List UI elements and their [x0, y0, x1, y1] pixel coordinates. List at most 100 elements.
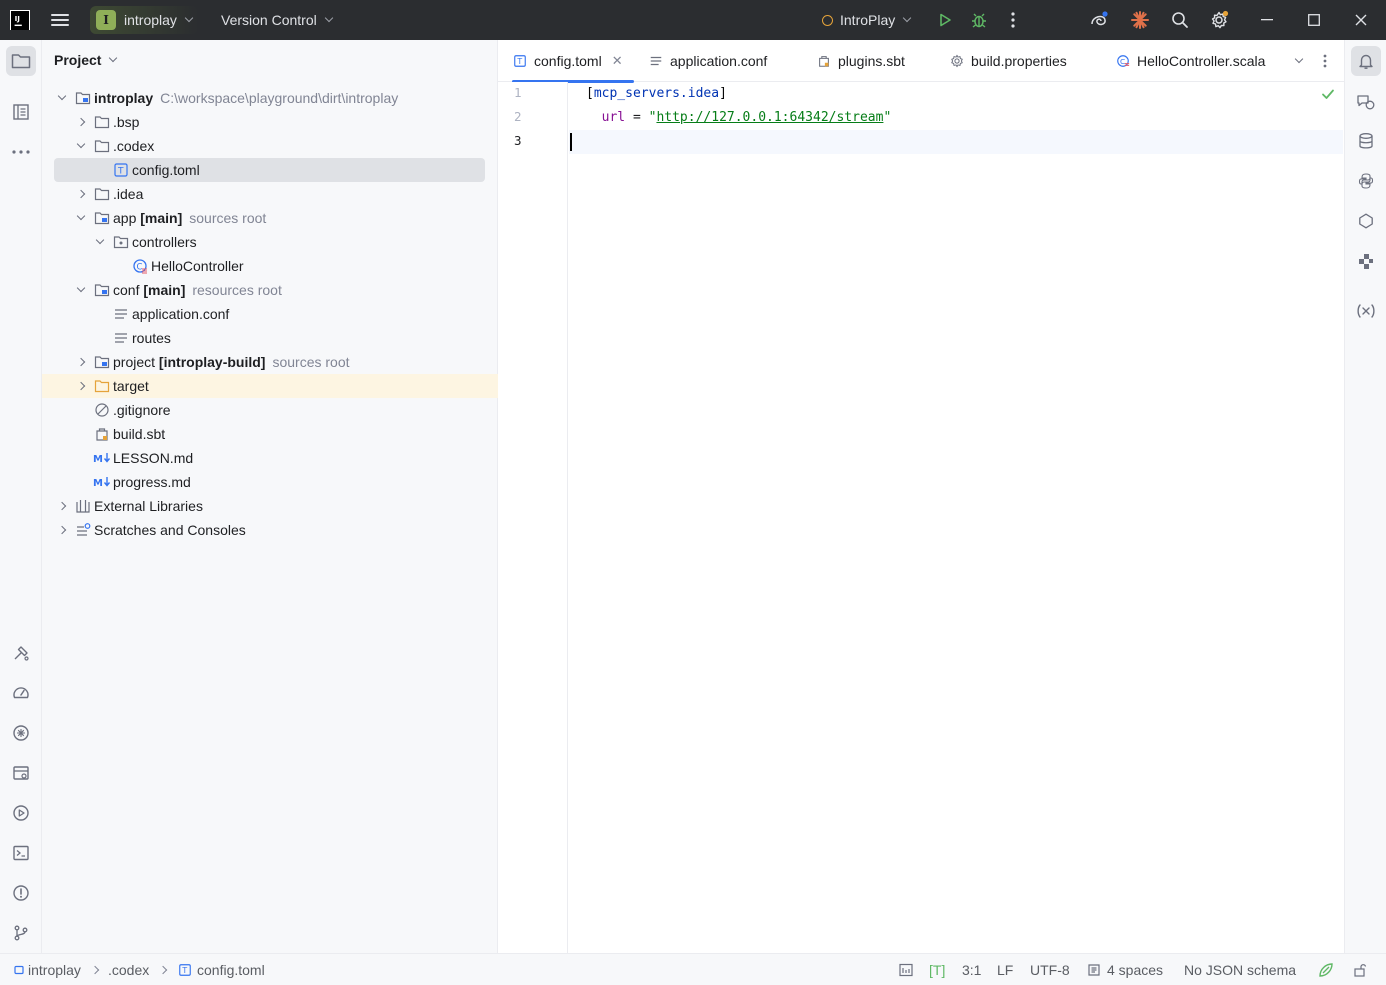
editor-tab-bar: T config.toml ✕ application.conf plugins… — [498, 40, 1344, 83]
more-actions-icon[interactable] — [1001, 8, 1025, 32]
database-icon[interactable] — [1351, 126, 1381, 156]
search-icon[interactable] — [1168, 8, 1192, 32]
breadcrumb-label: introplay — [28, 961, 81, 978]
line-number: 1 — [514, 85, 522, 100]
expand-arrow-icon[interactable] — [74, 283, 88, 297]
more-tool-windows-icon[interactable] — [6, 137, 36, 167]
close-tab-icon[interactable]: ✕ — [612, 53, 623, 69]
tree-item-gitignore[interactable]: .gitignore — [42, 398, 498, 422]
structure-tool-window-icon[interactable] — [6, 97, 36, 127]
maximize-window-button[interactable] — [1291, 0, 1337, 40]
file-encoding[interactable]: UTF-8 — [1030, 954, 1070, 985]
tab-more-actions-icon[interactable] — [1316, 40, 1334, 82]
version-control-menu[interactable]: Version Control — [214, 6, 339, 34]
services-icon[interactable] — [6, 758, 36, 788]
json-schema-selector[interactable]: No JSON schema — [1184, 954, 1296, 985]
ai-assistant-icon[interactable] — [1087, 8, 1111, 32]
close-window-button[interactable] — [1338, 0, 1384, 40]
python-console-icon[interactable] — [1351, 166, 1381, 196]
tree-item-lesson-md[interactable]: M LESSON.md — [42, 446, 498, 470]
toml-url-link[interactable]: http://127.0.0.1:64342/stream — [656, 110, 883, 125]
tree-item-app[interactable]: app [main] sources root — [42, 206, 498, 230]
expand-arrow-icon[interactable] — [74, 355, 88, 369]
project-switcher[interactable]: I introplay — [90, 6, 198, 34]
tree-item-codex[interactable]: .codex — [42, 134, 498, 158]
expand-arrow-icon[interactable] — [55, 523, 69, 537]
toml-key: url — [601, 110, 626, 125]
tree-item-label: .codex — [113, 138, 155, 154]
indent-setting[interactable]: 4 spaces — [1087, 954, 1163, 985]
tree-item-scratches[interactable]: Scratches and Consoles — [42, 518, 498, 542]
expand-arrow-icon[interactable] — [74, 187, 88, 201]
tree-item-application-conf[interactable]: application.conf — [42, 302, 498, 326]
tree-item-external-libraries[interactable]: External Libraries — [42, 494, 498, 518]
expand-arrow-icon[interactable] — [74, 115, 88, 129]
tab-build-properties[interactable]: build.properties — [949, 40, 1067, 82]
notifications-bell-icon[interactable] — [1351, 46, 1381, 76]
breadcrumb-config-toml[interactable]: T config.toml — [178, 954, 265, 985]
tab-list-dropdown-icon[interactable] — [1290, 40, 1308, 82]
scala-class-icon: C — [132, 258, 148, 274]
circle-plugin-icon[interactable] — [1351, 206, 1381, 236]
project-view-selector[interactable]: Project — [54, 52, 118, 68]
file-type-indicator[interactable]: [T] — [929, 954, 945, 985]
git-branch-icon[interactable] — [6, 918, 36, 948]
tree-item-config-toml[interactable]: T config.toml — [54, 158, 485, 182]
status-bar: introplay .codex T config.toml [T] 3:1 L… — [0, 953, 1386, 985]
variables-icon[interactable] — [1351, 296, 1381, 326]
line-separator[interactable]: LF — [997, 954, 1013, 985]
main-menu-button[interactable] — [50, 11, 70, 29]
run-tool-window-icon[interactable] — [6, 798, 36, 828]
minimize-window-button[interactable] — [1244, 0, 1290, 40]
profiler-gauge-icon[interactable] — [6, 678, 36, 708]
ai-status-icon[interactable] — [1317, 954, 1335, 985]
claude-icon[interactable] — [1128, 8, 1152, 32]
run-icon[interactable] — [933, 8, 957, 32]
tree-item-routes[interactable]: routes — [42, 326, 498, 350]
no-problems-check-icon[interactable] — [1321, 87, 1335, 105]
expand-arrow-icon[interactable] — [74, 379, 88, 393]
code-editor[interactable]: [mcp_servers.idea] url = "http://127.0.0… — [569, 82, 1343, 953]
read-only-lock-icon[interactable] — [1353, 954, 1367, 985]
tree-item-bsp[interactable]: .bsp — [42, 110, 498, 134]
toml-file-icon: T — [113, 162, 129, 178]
breadcrumb-separator-icon — [158, 954, 168, 985]
tree-item-hellocontroller[interactable]: C HelloController — [42, 254, 498, 278]
expand-arrow-icon[interactable] — [93, 235, 107, 249]
tree-item-build-sbt[interactable]: build.sbt — [42, 422, 498, 446]
expand-arrow-icon[interactable] — [55, 91, 69, 105]
expand-arrow-icon[interactable] — [55, 499, 69, 513]
tab-plugins-sbt[interactable]: plugins.sbt — [816, 40, 905, 82]
settings-gear-icon[interactable] — [1207, 8, 1231, 32]
tab-hellocontroller-scala[interactable]: C HelloController.scala — [1115, 40, 1265, 82]
tree-item-label: routes — [132, 330, 171, 346]
tree-item-target[interactable]: target — [42, 374, 498, 398]
breadcrumb-introplay[interactable]: introplay — [14, 954, 81, 985]
tree-item-progress-md[interactable]: M progress.md — [42, 470, 498, 494]
caret-position[interactable]: 3:1 — [962, 954, 981, 985]
tree-item-conf[interactable]: conf [main] resources root — [42, 278, 498, 302]
expand-arrow-icon[interactable] — [74, 211, 88, 225]
reader-mode-icon[interactable] — [898, 954, 914, 985]
debug-icon[interactable] — [967, 8, 991, 32]
intellij-logo-icon[interactable]: IJ — [10, 10, 30, 30]
terminal-icon[interactable] — [6, 838, 36, 868]
chevron-down-icon — [109, 53, 118, 63]
tree-item-introplay[interactable]: introplay C:\workspace\playground\dirt\in… — [42, 86, 498, 110]
problems-icon[interactable] — [6, 878, 36, 908]
tree-item-controllers[interactable]: controllers — [42, 230, 498, 254]
tree-item-idea[interactable]: .idea — [42, 182, 498, 206]
run-configuration-selector[interactable]: IntroPlay — [816, 6, 916, 34]
tree-item-module-tag: [introplay-build] — [158, 354, 266, 370]
endpoints-icon[interactable] — [6, 718, 36, 748]
ai-chat-icon[interactable] — [1351, 87, 1381, 117]
dependencies-icon[interactable] — [1351, 246, 1381, 276]
expand-arrow-icon[interactable] — [74, 139, 88, 153]
tree-item-project[interactable]: project [introplay-build] sources root — [42, 350, 498, 374]
tab-config-toml[interactable]: T config.toml ✕ — [512, 40, 634, 83]
toml-file-icon: T — [512, 53, 528, 69]
breadcrumb-codex[interactable]: .codex — [108, 954, 149, 985]
project-tool-window-icon[interactable] — [6, 46, 36, 76]
tab-application-conf[interactable]: application.conf — [648, 40, 767, 82]
build-hammer-icon[interactable] — [6, 638, 36, 668]
